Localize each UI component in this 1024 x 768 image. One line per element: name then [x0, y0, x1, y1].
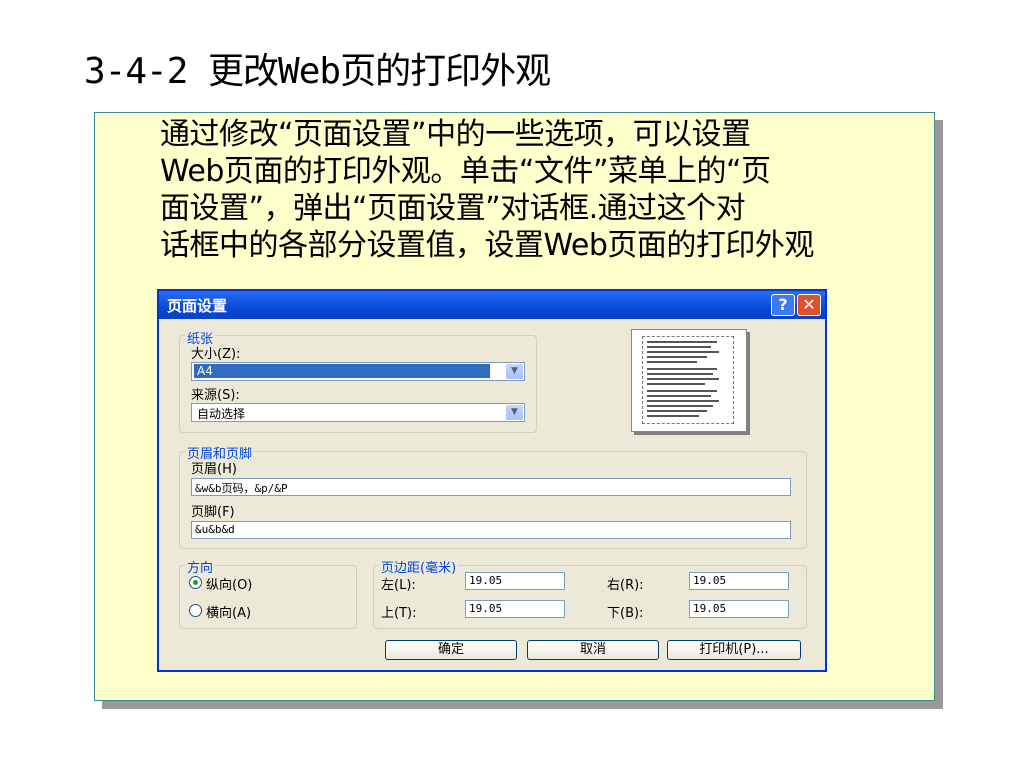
dialog-title: 页面设置: [167, 297, 228, 315]
paper-size-value: A4: [194, 364, 490, 378]
dialog-titlebar[interactable]: 页面设置 ? ✕: [159, 291, 825, 319]
portrait-radio[interactable]: [189, 576, 202, 589]
body-line: 通过修改“页面设置”中的一些选项，可以设置: [160, 117, 751, 152]
help-button[interactable]: ?: [771, 294, 795, 316]
body-line: 话框中的各部分设置值，设置Web页面的打印外观: [160, 228, 814, 263]
header-field[interactable]: &w&b页码，&p/&P: [191, 478, 791, 496]
landscape-label[interactable]: 横向(A): [206, 602, 251, 621]
portrait-label[interactable]: 纵向(O): [206, 574, 252, 593]
paper-size-select[interactable]: A4 ▼: [191, 362, 525, 381]
margin-top-label: 上(T):: [381, 606, 417, 621]
paper-source-select[interactable]: 自动选择 ▼: [191, 403, 525, 422]
paper-source-value: 自动选择: [197, 407, 246, 421]
slide-title: 3-4-2 更改Web页的打印外观: [84, 51, 551, 92]
printer-button[interactable]: 打印机(P)...: [667, 640, 801, 660]
close-button[interactable]: ✕: [797, 294, 821, 316]
margin-left-field[interactable]: 19.05: [465, 572, 565, 590]
chevron-down-icon[interactable]: ▼: [506, 364, 523, 379]
margin-right-label: 右(R):: [607, 578, 644, 593]
chevron-down-icon[interactable]: ▼: [506, 405, 523, 420]
paper-size-label: 大小(Z):: [191, 347, 241, 362]
footer-label: 页脚(F): [191, 505, 235, 520]
header-label: 页眉(H): [191, 462, 237, 477]
body-text: 通过修改“页面设置”中的一些选项，可以设置 Web页面的打印外观。单击“文件”菜…: [160, 116, 900, 264]
page-setup-dialog: 页面设置 ? ✕ 纸张 大小(Z): A4 ▼ 来源(S): 自动选择 ▼ 页眉…: [157, 289, 827, 672]
cancel-button[interactable]: 取消: [527, 640, 659, 660]
margin-bottom-field[interactable]: 19.05: [689, 600, 789, 618]
margin-bottom-label: 下(B):: [607, 606, 644, 621]
paper-source-label: 来源(S):: [191, 388, 240, 403]
margin-right-field[interactable]: 19.05: [689, 572, 789, 590]
margin-top-field[interactable]: 19.05: [465, 600, 565, 618]
page-preview: [631, 329, 747, 432]
landscape-radio[interactable]: [189, 604, 202, 617]
preview-text-area: [642, 336, 734, 424]
ok-button[interactable]: 确定: [385, 640, 517, 660]
body-line: 面设置”，弹出“页面设置”对话框.通过这个对: [160, 191, 746, 226]
footer-field[interactable]: &u&b&d: [191, 521, 791, 539]
margin-left-label: 左(L):: [381, 578, 416, 593]
body-line: Web页面的打印外观。单击“文件”菜单上的“页: [160, 154, 771, 189]
